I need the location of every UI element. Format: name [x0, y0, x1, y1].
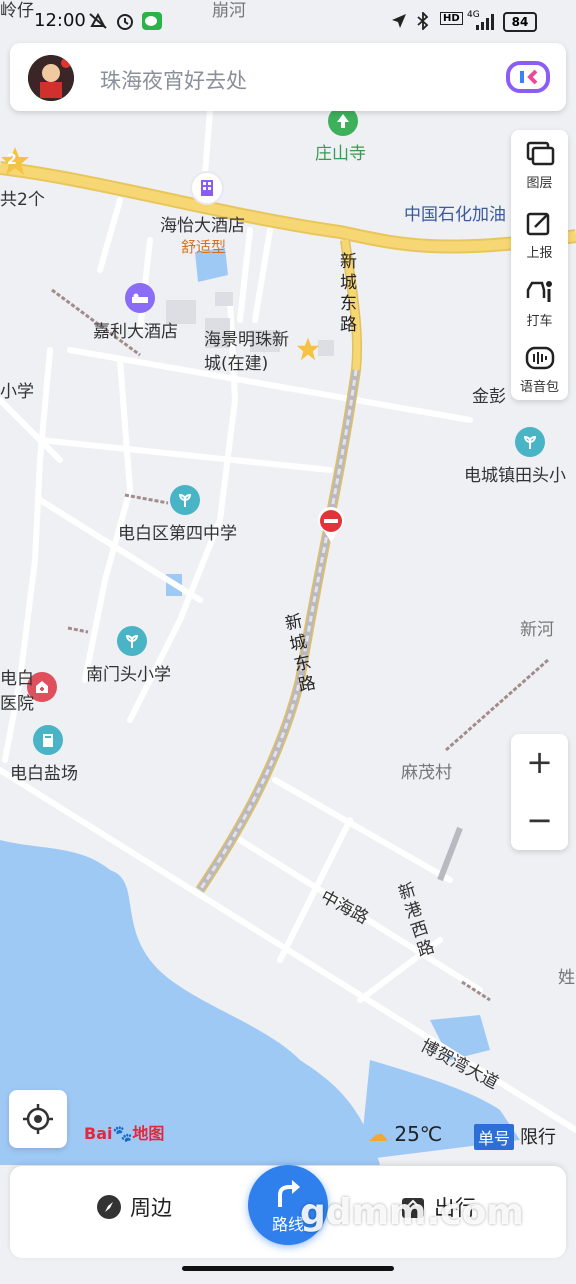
- alarm-icon: [117, 14, 133, 30]
- weather-temp: 25℃: [394, 1122, 443, 1146]
- label-xincheng-road-north: 新城东路: [340, 252, 357, 335]
- status-bar: 12:00 HD 4G 84: [0, 0, 576, 40]
- location-icon: [392, 14, 406, 28]
- label-star-count: 共2个: [0, 190, 45, 210]
- label-estate: 海景明珠新城(在建): [204, 330, 289, 374]
- hotel-poi-icon[interactable]: [190, 171, 224, 205]
- weather-icon: ☁: [368, 1122, 388, 1146]
- hotel2-poi-icon[interactable]: [125, 283, 155, 313]
- taxi-button[interactable]: 打车: [511, 270, 568, 332]
- label-hotel2: 嘉利大酒店: [93, 322, 178, 342]
- voice-pack-icon: [525, 346, 555, 370]
- baidu-logo: Bai🐾地图: [84, 1120, 164, 1144]
- hd-badge: HD: [440, 12, 463, 25]
- label-right-edge: 姓: [558, 968, 575, 988]
- voice-assistant-icon[interactable]: [506, 59, 550, 95]
- paw-icon: 🐾: [112, 1124, 133, 1143]
- weather[interactable]: ☁ 25℃: [368, 1122, 442, 1146]
- label-nanmentou: 南门头小学: [86, 665, 171, 685]
- home-indicator[interactable]: [182, 1266, 394, 1271]
- edit-icon: [526, 212, 550, 236]
- logo-text: Bai: [84, 1124, 113, 1143]
- layers-button[interactable]: 图层: [511, 132, 568, 194]
- logo-suffix: 地图: [132, 1124, 165, 1143]
- wechat-icon: [142, 12, 162, 30]
- label-hotel1: 海怡大酒店: [160, 216, 245, 236]
- nearby-button[interactable]: 周边: [96, 1192, 172, 1222]
- label-salt-field: 电白盐场: [10, 764, 78, 784]
- status-time: 12:00: [34, 10, 86, 31]
- taxi-label: 打车: [526, 314, 553, 329]
- battery-icon: 84: [503, 12, 537, 32]
- school3-poi-icon[interactable]: [515, 427, 545, 457]
- map-toolbar: 图层 上报 打车 语音包: [511, 130, 568, 400]
- avatar[interactable]: [28, 55, 74, 101]
- report-button[interactable]: 上报: [511, 202, 568, 264]
- report-label: 上报: [526, 246, 553, 261]
- crosshair-icon: [23, 1104, 53, 1134]
- label-hotel1-tag: 舒适型: [181, 238, 227, 256]
- school-poi-icon[interactable]: [170, 485, 200, 515]
- zoom-control: + −: [511, 734, 568, 850]
- restriction-label[interactable]: 限行: [520, 1123, 556, 1149]
- locate-button[interactable]: [9, 1090, 67, 1148]
- search-bar[interactable]: 珠海夜宵好去处: [10, 43, 566, 111]
- search-input[interactable]: 珠海夜宵好去处: [100, 65, 247, 95]
- nearby-label: 周边: [130, 1196, 172, 1220]
- label-school4: 电白区第四中学: [118, 524, 237, 544]
- label-dianchengzhen: 电城镇田头小: [464, 466, 566, 486]
- layers-label: 图层: [526, 176, 553, 191]
- compass-icon: [97, 1195, 121, 1219]
- watermark: gdmm.com: [300, 1192, 524, 1233]
- label-hospital-a: 电白: [0, 669, 34, 689]
- layers-icon: [526, 141, 555, 166]
- battery-level: 84: [511, 15, 529, 29]
- salt-field-poi-icon[interactable]: [33, 725, 63, 755]
- label-xinhe: 新河: [520, 620, 554, 640]
- taxi-icon: [526, 281, 552, 302]
- star-count: 2: [7, 152, 17, 168]
- bluetooth-icon: [417, 12, 429, 30]
- voice-pack-label: 语音包: [519, 380, 559, 395]
- school2-poi-icon[interactable]: [117, 626, 147, 656]
- restriction-badge[interactable]: 单号: [474, 1124, 515, 1150]
- zoom-in-button[interactable]: +: [511, 734, 568, 791]
- label-hospital-b: 医院: [0, 694, 34, 714]
- signal-icon: [476, 14, 494, 30]
- label-mamaocun: 麻茂村: [401, 763, 452, 783]
- no-entry-icon[interactable]: [316, 507, 346, 543]
- label-jinpeng: 金彭: [472, 387, 506, 407]
- label-gas-station: 中国石化加油: [404, 205, 506, 225]
- voice-pack-button[interactable]: 语音包: [511, 336, 568, 398]
- label-temple: 庄山寺: [315, 144, 366, 164]
- mute-icon: [89, 12, 107, 29]
- zoom-out-button[interactable]: −: [511, 792, 568, 849]
- map-canvas[interactable]: 2 崩河 岭仔 庄山寺 共2个 海怡大酒店 舒适型 中国石化加油 新城东路 嘉利…: [0, 0, 576, 1280]
- label-school-left: 小学: [0, 382, 34, 402]
